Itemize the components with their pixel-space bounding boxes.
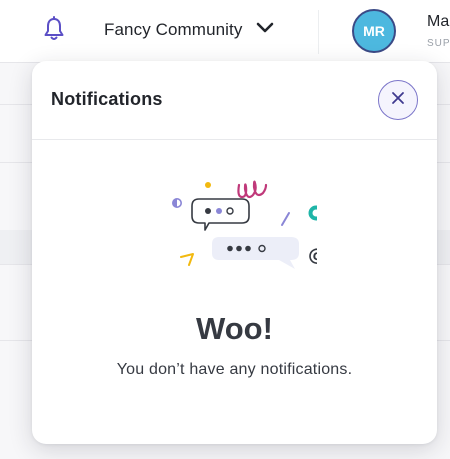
- svg-text:@: @: [308, 245, 317, 266]
- community-switcher[interactable]: Fancy Community: [104, 20, 274, 40]
- user-name: Ma: [427, 13, 450, 30]
- empty-state-title: Woo!: [196, 311, 273, 346]
- notifications-title: Notifications: [51, 89, 163, 109]
- empty-state-message: You don’t have any notifications.: [116, 361, 353, 378]
- close-button[interactable]: [378, 80, 418, 120]
- notifications-panel: Notifications Woo! You don’t have any no…: [32, 61, 437, 444]
- bell-icon[interactable]: [42, 16, 66, 42]
- header-divider: [318, 10, 319, 54]
- empty-state-illustration: @: [167, 173, 326, 293]
- close-icon: [391, 91, 405, 110]
- notifications-header: Notifications: [32, 61, 437, 140]
- top-navigation-bar: Fancy Community MR Ma SUP: [0, 0, 450, 63]
- user-role: SUP: [427, 38, 450, 49]
- community-name: Fancy Community: [104, 20, 243, 39]
- avatar[interactable]: MR: [352, 9, 396, 53]
- chevron-down-icon: [256, 21, 274, 39]
